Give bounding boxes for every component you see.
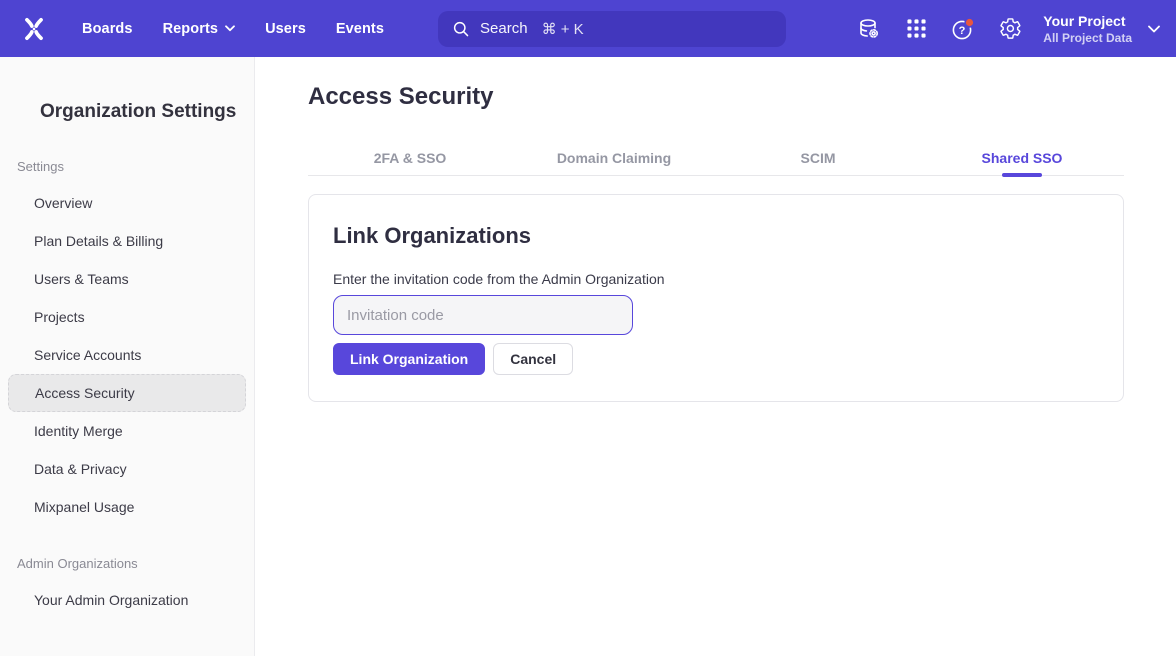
nav-events[interactable]: Events [336,21,384,37]
mixpanel-logo-icon [21,16,47,42]
data-management-icon [857,17,881,41]
link-organization-button[interactable]: Link Organization [333,343,485,375]
sidebar-section-admin-organizations: Admin Organizations [17,556,254,571]
project-switcher[interactable]: Your Project All Project Data [1043,12,1160,46]
sidebar-item-users-teams[interactable]: Users & Teams [0,260,254,298]
search-input[interactable]: Search ⌘ + K [438,11,786,47]
settings-gear-icon [999,17,1022,40]
svg-text:?: ? [959,25,966,37]
page-title: Access Security [308,83,1124,111]
tab-domain-claiming[interactable]: Domain Claiming [512,141,716,175]
nav-reports-label: Reports [163,21,219,37]
project-data-view: All Project Data [1043,30,1132,46]
sidebar-item-service-accounts[interactable]: Service Accounts [0,336,254,374]
sidebar-item-access-security[interactable]: Access Security [8,374,246,412]
invitation-code-input[interactable] [333,295,633,335]
sidebar-title: Organization Settings [40,101,254,123]
nav-users[interactable]: Users [265,21,306,37]
topbar-actions: ? Your Project All Project Data [835,12,1176,46]
sidebar-item-your-admin-organization[interactable]: Your Admin Organization [0,581,254,619]
help-icon: ? [950,16,976,42]
sidebar-item-mixpanel-usage[interactable]: Mixpanel Usage [0,488,254,526]
top-navigation-bar: Boards Reports Users Events Search ⌘ + K [0,0,1176,57]
card-actions: Link Organization Cancel [333,343,1099,375]
card-title: Link Organizations [333,223,1099,249]
sidebar-item-overview[interactable]: Overview [0,184,254,222]
help-button[interactable]: ? [950,16,976,42]
access-security-tabs: 2FA & SSO Domain Claiming SCIM Shared SS… [308,141,1124,176]
invitation-code-label: Enter the invitation code from the Admin… [333,271,1099,287]
project-name: Your Project [1043,12,1132,30]
tab-shared-sso[interactable]: Shared SSO [920,141,1124,175]
data-management-button[interactable] [856,16,882,42]
search-placeholder: Search [480,20,528,37]
tab-shared-sso-label: Shared SSO [982,150,1063,166]
sidebar-item-plan-details-billing[interactable]: Plan Details & Billing [0,222,254,260]
main-content: Access Security 2FA & SSO Domain Claimin… [256,57,1176,656]
search-icon [452,20,470,38]
chevron-down-icon [1148,25,1160,33]
mixpanel-logo[interactable] [20,15,48,43]
search-shortcut: ⌘ + K [542,20,584,38]
apps-grid-button[interactable] [903,16,929,42]
notification-dot [965,18,974,27]
chevron-down-icon [225,25,235,32]
link-organizations-card: Link Organizations Enter the invitation … [308,194,1124,402]
active-tab-indicator [1002,173,1042,177]
project-info: Your Project All Project Data [1043,12,1132,46]
sidebar-section-settings: Settings [17,159,254,174]
tab-2fa-sso[interactable]: 2FA & SSO [308,141,512,175]
nav-reports[interactable]: Reports [163,21,236,37]
settings-button[interactable] [997,16,1023,42]
tab-scim[interactable]: SCIM [716,141,920,175]
sidebar-item-identity-merge[interactable]: Identity Merge [0,412,254,450]
sidebar-item-data-privacy[interactable]: Data & Privacy [0,450,254,488]
settings-sidebar: Organization Settings Settings Overview … [0,57,255,656]
nav-boards[interactable]: Boards [82,21,133,37]
cancel-button[interactable]: Cancel [493,343,573,375]
sidebar-item-projects[interactable]: Projects [0,298,254,336]
apps-grid-icon [906,18,927,39]
primary-nav: Boards Reports Users Events [82,21,384,37]
